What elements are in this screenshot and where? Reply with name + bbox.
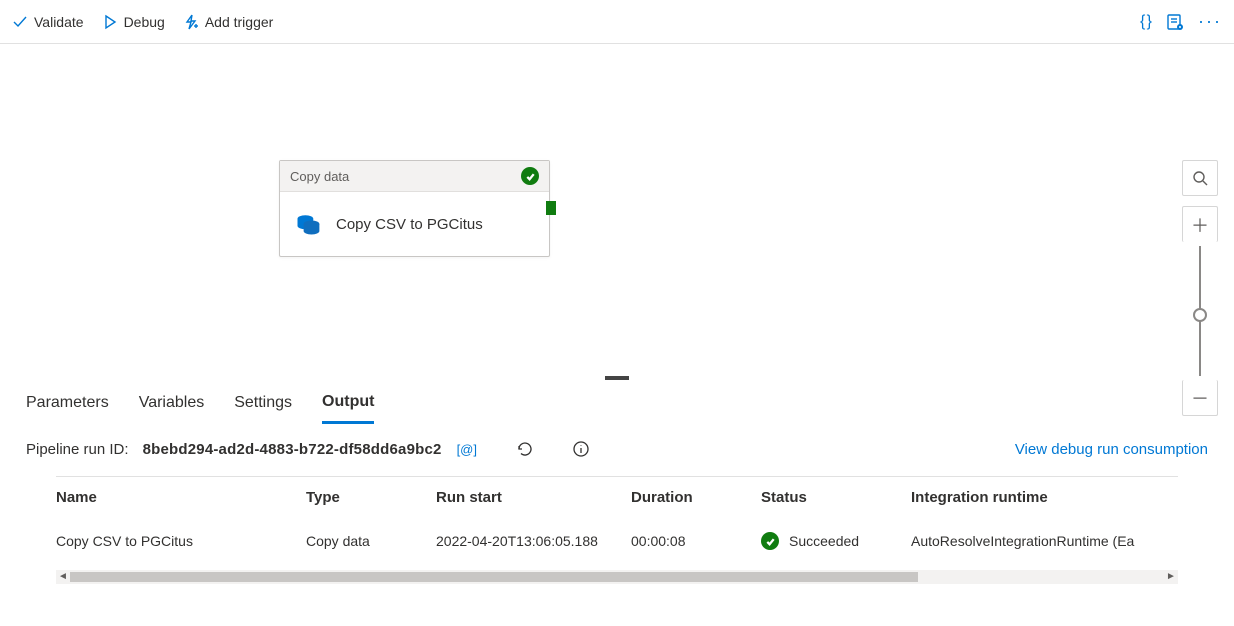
col-ir[interactable]: Integration runtime [911, 477, 1178, 519]
cell-ir: AutoResolveIntegrationRuntime (Ea [911, 518, 1178, 564]
canvas-zoom-controls: ＋ － [1182, 160, 1218, 416]
info-icon[interactable] [572, 440, 590, 458]
zoom-slider-handle[interactable] [1193, 308, 1207, 322]
pipeline-run-id: 8bebd294-ad2d-4883-b722-df58dd6a9bc2 [143, 441, 442, 458]
col-type[interactable]: Type [306, 477, 436, 519]
cell-status: Succeeded [761, 518, 911, 564]
col-status[interactable]: Status [761, 477, 911, 519]
cell-dur: 00:00:08 [631, 518, 761, 564]
play-icon [102, 14, 118, 30]
activity-output-connector[interactable] [546, 201, 556, 215]
validate-label: Validate [34, 14, 84, 30]
status-text: Succeeded [789, 533, 859, 549]
success-status-icon [761, 532, 779, 550]
search-icon [1192, 170, 1208, 186]
tab-parameters[interactable]: Parameters [26, 384, 109, 422]
refresh-icon[interactable] [516, 440, 534, 458]
database-icon [294, 210, 322, 238]
pipeline-canvas[interactable]: Copy data Copy CSV to PGCitus ＋ [0, 44, 1234, 380]
run-id-label: Pipeline run ID: [26, 441, 129, 458]
table-header-row: Name Type Run start Duration Status Inte… [56, 477, 1178, 519]
zoom-slider[interactable] [1199, 246, 1201, 376]
zoom-out-button[interactable]: － [1182, 380, 1218, 416]
checkmark-icon [12, 14, 28, 30]
activity-copy-data[interactable]: Copy data Copy CSV to PGCitus [279, 160, 550, 257]
activity-title: Copy CSV to PGCitus [336, 216, 483, 233]
toolbar: Validate Debug Add trigger { } ··· [0, 0, 1234, 44]
col-dur[interactable]: Duration [631, 477, 761, 519]
table-row[interactable]: Copy CSV to PGCitus Copy data 2022-04-20… [56, 518, 1178, 564]
success-status-icon [521, 167, 539, 185]
cell-start: 2022-04-20T13:06:05.188 [436, 518, 631, 564]
view-debug-consumption-link[interactable]: View debug run consumption [1015, 441, 1208, 458]
debug-label: Debug [124, 14, 165, 30]
scroll-left-arrow[interactable]: ◄ [56, 570, 70, 584]
output-table: Name Type Run start Duration Status Inte… [56, 476, 1178, 564]
horizontal-scrollbar[interactable]: ◄ ► [56, 570, 1178, 584]
activity-header: Copy data [280, 161, 549, 192]
properties-icon[interactable] [1166, 13, 1184, 31]
debug-button[interactable]: Debug [102, 14, 165, 30]
col-start[interactable]: Run start [436, 477, 631, 519]
cell-name: Copy CSV to PGCitus [56, 518, 306, 564]
panel-resize-handle[interactable] [605, 376, 629, 380]
pipeline-run-id-row: Pipeline run ID: 8bebd294-ad2d-4883-b722… [0, 426, 1234, 476]
more-icon[interactable]: ··· [1198, 11, 1222, 32]
output-table-wrap: Name Type Run start Duration Status Inte… [0, 476, 1234, 564]
lightning-icon [183, 14, 199, 30]
tab-settings[interactable]: Settings [234, 384, 292, 422]
lower-tabs: Parameters Variables Settings Output [0, 380, 1234, 426]
expression-icon[interactable]: [@] [456, 442, 478, 457]
cell-type: Copy data [306, 518, 436, 564]
tab-output[interactable]: Output [322, 383, 374, 424]
add-trigger-label: Add trigger [205, 14, 273, 30]
validate-button[interactable]: Validate [12, 14, 84, 30]
scrollbar-thumb[interactable] [70, 572, 918, 582]
scroll-right-arrow[interactable]: ► [1164, 570, 1178, 584]
zoom-in-button[interactable]: ＋ [1182, 206, 1218, 242]
tab-variables[interactable]: Variables [139, 384, 205, 422]
activity-type-label: Copy data [290, 169, 349, 184]
canvas-search-button[interactable] [1182, 160, 1218, 196]
code-braces-icon[interactable]: { } [1140, 13, 1152, 31]
add-trigger-button[interactable]: Add trigger [183, 14, 273, 30]
col-name[interactable]: Name [56, 477, 306, 519]
